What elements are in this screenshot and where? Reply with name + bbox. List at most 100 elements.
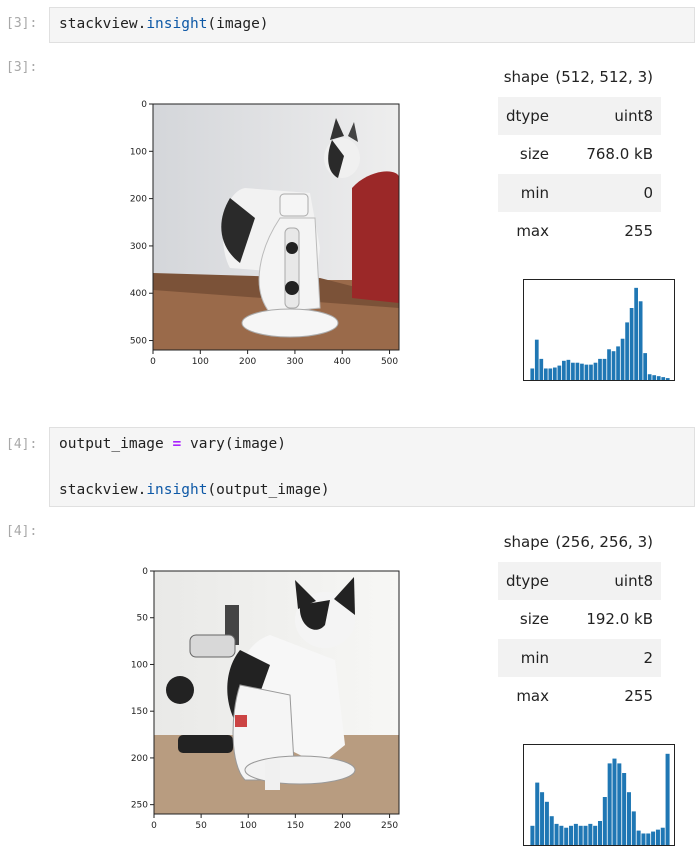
stat-row: min 0	[498, 173, 661, 212]
code-function: insight	[146, 16, 208, 32]
stat-value: 255	[624, 687, 653, 705]
histogram-bar	[634, 287, 638, 380]
histogram-bar	[646, 833, 651, 845]
histogram-bar	[588, 823, 593, 845]
histogram-bar	[566, 359, 571, 380]
x-tick-label: 200	[334, 821, 351, 831]
stat-value: 255	[624, 222, 653, 240]
histogram-bar	[562, 360, 566, 380]
histogram-bar	[597, 821, 603, 845]
x-tick-label: 200	[239, 357, 256, 367]
x-tick-label: 0	[151, 821, 157, 831]
histogram-bar	[638, 301, 643, 380]
y-tick-label: 500	[130, 337, 147, 347]
histogram-bar	[554, 823, 559, 845]
histogram-bar	[571, 362, 575, 380]
y-tick-label: 300	[130, 242, 147, 252]
code-cell-input[interactable]: output_image = vary(image) stackview.ins…	[49, 427, 695, 507]
code-cell-input[interactable]: stackview.insight(image)	[49, 7, 695, 43]
histogram-bar	[593, 362, 598, 380]
y-tick-label: 100	[130, 147, 147, 157]
histogram-bar	[540, 792, 545, 845]
code-line: output_image = vary(image)	[59, 436, 286, 452]
histogram-bar	[575, 362, 580, 380]
histogram-bar	[607, 763, 612, 845]
y-tick-label: 400	[130, 289, 147, 299]
histogram-bar	[629, 308, 634, 380]
x-tick-label: 100	[240, 821, 257, 831]
code-call: vary(image)	[189, 436, 286, 452]
stat-key: shape	[503, 533, 549, 551]
code-object: stackview.	[59, 482, 147, 498]
code-object: stackview.	[59, 16, 147, 32]
stat-row: max 255	[498, 677, 661, 716]
histogram-bar	[589, 364, 593, 380]
histogram-bar	[548, 368, 553, 380]
histogram-bar	[651, 831, 656, 845]
histogram-bar	[580, 363, 584, 380]
code-operator: =	[172, 436, 182, 452]
y-tick-label: 0	[142, 567, 148, 577]
histogram-bar	[625, 322, 629, 380]
histogram-bar	[544, 801, 549, 845]
histogram-bar	[573, 823, 578, 845]
stat-row: dtype uint8	[498, 96, 661, 135]
stat-value: (512, 512, 3)	[555, 68, 653, 86]
input-prompt: [3]:	[6, 16, 38, 31]
stat-key: max	[516, 687, 549, 705]
histogram-bar	[611, 351, 616, 380]
histogram-bar	[583, 825, 588, 845]
stat-key: max	[516, 222, 549, 240]
histogram-bar	[598, 358, 602, 380]
image-plot: 0 100 200 300 400 5000100200300400500	[130, 100, 400, 367]
x-tick-label: 500	[381, 357, 398, 367]
histogram-bar	[656, 376, 661, 380]
stats-table: shape (256, 256, 3) dtype uint8 size 192.0 …	[498, 523, 661, 716]
stat-key: dtype	[505, 106, 549, 125]
x-tick-label: 250	[381, 821, 398, 831]
output-prompt: [3]:	[6, 60, 38, 75]
y-tick-label: 0	[141, 100, 147, 110]
x-tick-label: 0	[150, 357, 156, 367]
histogram-bar	[530, 368, 535, 380]
histogram-bar	[607, 349, 611, 380]
x-tick-label: 400	[334, 357, 351, 367]
stat-key: shape	[503, 68, 549, 86]
histogram	[523, 279, 675, 381]
histogram-bar	[620, 338, 625, 380]
stat-value: uint8	[614, 571, 653, 590]
code-function: insight	[146, 482, 208, 498]
histogram-bar	[530, 825, 535, 845]
code-line: stackview.insight(image)	[59, 16, 269, 32]
stat-key: min	[520, 648, 549, 667]
stat-row: size 192.0 kB	[498, 600, 661, 639]
y-tick-label: 200	[131, 754, 148, 764]
histogram-bar	[552, 367, 557, 380]
histogram-bar	[602, 797, 607, 845]
histogram-bar	[617, 763, 622, 845]
x-tick-label: 50	[195, 821, 207, 831]
x-tick-label: 150	[287, 821, 304, 831]
stat-value: 2	[643, 648, 653, 667]
y-tick-label: 100	[131, 660, 148, 670]
histogram-bar	[593, 825, 598, 845]
image-plot: 0 50 100 150 200 250050100150200250	[131, 567, 400, 831]
histogram-bar	[569, 825, 574, 845]
stat-row: dtype uint8	[498, 561, 661, 600]
stat-row: min 2	[498, 638, 661, 677]
stat-value: 0	[643, 183, 653, 202]
histogram-bar	[543, 368, 548, 380]
x-tick-label: 300	[286, 357, 303, 367]
histogram-bar	[661, 377, 666, 380]
histogram-bar	[584, 364, 589, 380]
histogram-bar	[631, 811, 636, 845]
y-tick-label: 50	[137, 614, 149, 624]
code-args: (image)	[207, 16, 269, 32]
code-args: (output_image)	[207, 482, 330, 498]
y-tick-label: 200	[130, 195, 147, 205]
histogram-bar	[564, 827, 569, 845]
image-content	[153, 104, 399, 350]
stat-key: dtype	[505, 571, 549, 590]
histogram-bar	[535, 782, 540, 845]
histogram-bar	[557, 365, 562, 380]
